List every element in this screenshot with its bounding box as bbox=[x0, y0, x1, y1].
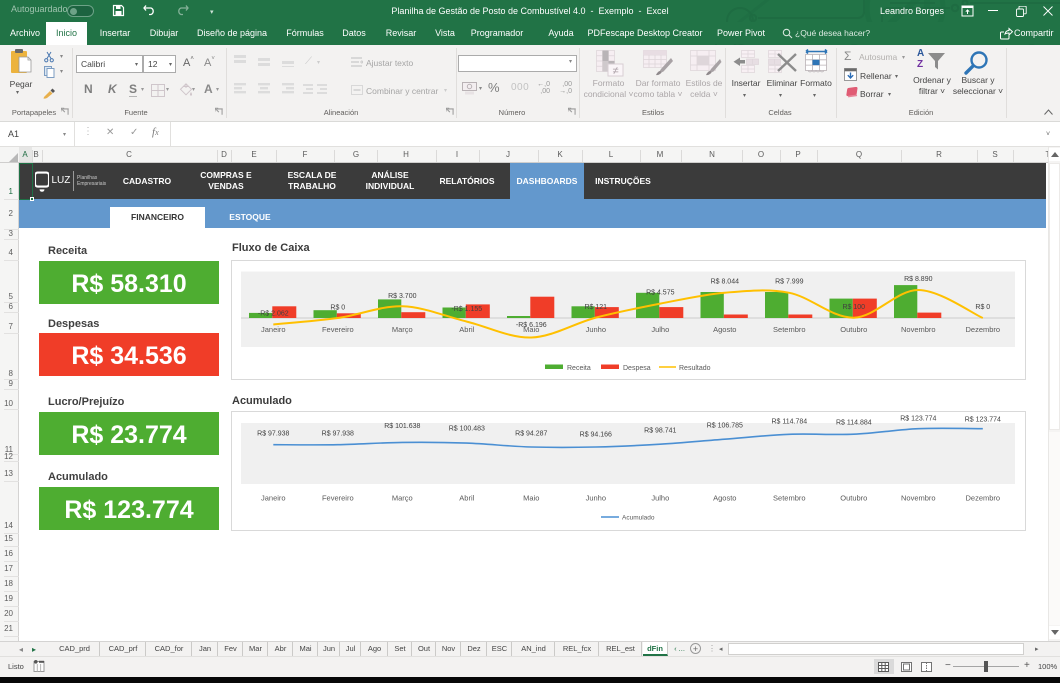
svg-text:Agosto: Agosto bbox=[713, 494, 736, 503]
svg-text:Maio: Maio bbox=[523, 325, 539, 334]
svg-text:R$ 100.483: R$ 100.483 bbox=[449, 425, 485, 432]
svg-text:Receita: Receita bbox=[567, 365, 591, 372]
svg-text:R$ 123.774: R$ 123.774 bbox=[900, 416, 936, 423]
svg-text:Junho: Junho bbox=[586, 325, 606, 334]
svg-text:Dezembro: Dezembro bbox=[965, 325, 1000, 334]
svg-text:Julho: Julho bbox=[651, 494, 669, 503]
svg-text:R$ 100: R$ 100 bbox=[843, 304, 866, 311]
svg-text:Novembro: Novembro bbox=[901, 325, 936, 334]
svg-text:Agosto: Agosto bbox=[713, 325, 736, 334]
svg-text:R$ 121: R$ 121 bbox=[585, 304, 608, 311]
svg-text:R$ 101.638: R$ 101.638 bbox=[384, 423, 420, 430]
svg-text:Outubro: Outubro bbox=[840, 494, 867, 503]
svg-text:Março: Março bbox=[392, 325, 413, 334]
svg-text:Abril: Abril bbox=[459, 325, 474, 334]
svg-text:R$ 123.774: R$ 123.774 bbox=[965, 416, 1001, 423]
svg-text:R$ 8.890: R$ 8.890 bbox=[904, 276, 933, 283]
svg-text:R$ 94.287: R$ 94.287 bbox=[515, 431, 547, 438]
svg-text:Junho: Junho bbox=[586, 494, 606, 503]
svg-text:-R$ 1.155: -R$ 1.155 bbox=[451, 306, 482, 313]
svg-text:Janeiro: Janeiro bbox=[261, 325, 286, 334]
svg-text:R$ 0: R$ 0 bbox=[975, 304, 990, 311]
svg-text:Setembro: Setembro bbox=[773, 494, 806, 503]
svg-text:R$ 8.044: R$ 8.044 bbox=[711, 279, 740, 286]
svg-text:Resultado: Resultado bbox=[679, 365, 711, 372]
svg-text:Acumulado: Acumulado bbox=[622, 515, 655, 522]
svg-text:Maio: Maio bbox=[523, 494, 539, 503]
svg-text:Fevereiro: Fevereiro bbox=[322, 494, 354, 503]
svg-text:R$ 114.884: R$ 114.884 bbox=[836, 419, 872, 426]
svg-text:Dezembro: Dezembro bbox=[965, 494, 1000, 503]
svg-text:R$ 97.938: R$ 97.938 bbox=[257, 431, 289, 438]
svg-text:Março: Março bbox=[392, 494, 413, 503]
svg-text:≠: ≠ bbox=[612, 65, 618, 77]
svg-text:R$ 4.575: R$ 4.575 bbox=[646, 290, 675, 297]
svg-text:R$ 97.938: R$ 97.938 bbox=[322, 431, 354, 438]
svg-text:Julho: Julho bbox=[651, 325, 669, 334]
svg-text:Despesa: Despesa bbox=[623, 365, 651, 372]
svg-text:R$ 3.700: R$ 3.700 bbox=[388, 293, 417, 300]
svg-text:Fevereiro: Fevereiro bbox=[322, 325, 354, 334]
svg-text:Novembro: Novembro bbox=[901, 494, 936, 503]
svg-text:R$ 98.741: R$ 98.741 bbox=[644, 428, 676, 435]
svg-text:R$ 94.166: R$ 94.166 bbox=[580, 432, 612, 439]
svg-text:R$ 7.999: R$ 7.999 bbox=[775, 279, 804, 286]
svg-text:-R$ 2.062: -R$ 2.062 bbox=[258, 311, 289, 318]
svg-text:Janeiro: Janeiro bbox=[261, 494, 286, 503]
svg-text:R$ 106.785: R$ 106.785 bbox=[707, 422, 743, 429]
svg-text:R$ 114.784: R$ 114.784 bbox=[771, 419, 807, 426]
svg-text:R$ 0: R$ 0 bbox=[330, 305, 345, 312]
svg-text:Setembro: Setembro bbox=[773, 325, 806, 334]
svg-text:Abril: Abril bbox=[459, 494, 474, 503]
svg-text:Outubro: Outubro bbox=[840, 325, 867, 334]
